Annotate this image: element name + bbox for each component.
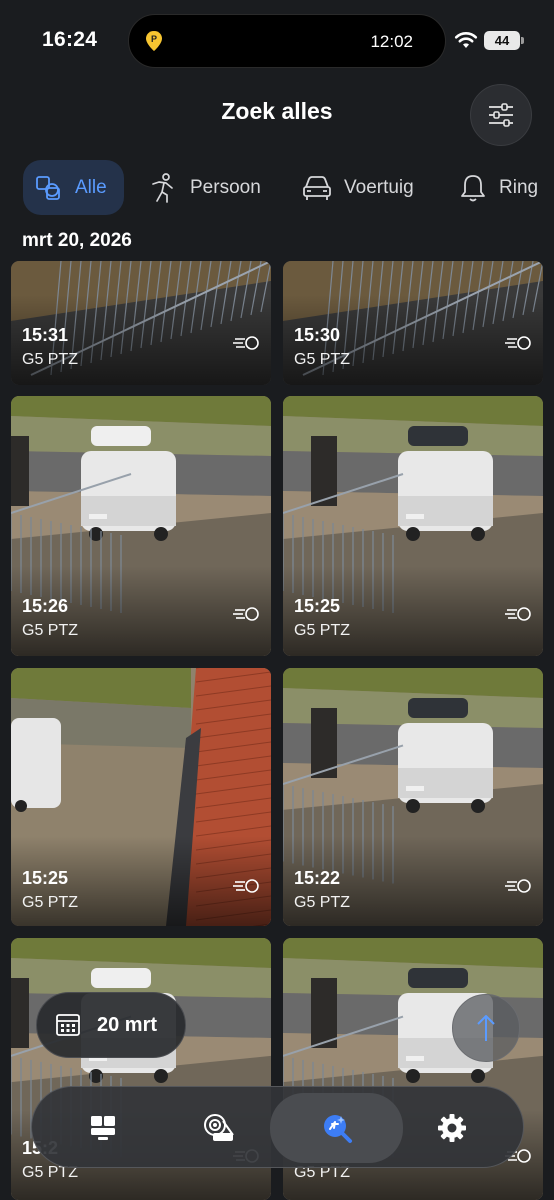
bell-icon xyxy=(461,174,485,201)
event-time: 15:25 xyxy=(294,596,341,616)
event-tile[interactable]: 15:26 G5 PTZ xyxy=(11,396,271,656)
event-time: 15:26 xyxy=(22,596,69,616)
event-tile[interactable]: 15:25 G5 PTZ xyxy=(283,396,543,656)
person-icon xyxy=(152,172,173,203)
event-camera: G5 PTZ xyxy=(294,351,351,368)
nav-settings[interactable] xyxy=(409,1087,495,1169)
motion-icon xyxy=(505,336,531,350)
camera-icon xyxy=(204,1114,234,1141)
event-tile[interactable]: 15:22 G5 PTZ xyxy=(283,668,543,926)
calendar-icon xyxy=(56,1014,80,1036)
objects-icon xyxy=(36,175,60,200)
dashboard-icon xyxy=(91,1116,115,1140)
gear-icon xyxy=(438,1114,466,1142)
dynamic-island[interactable]: P 12:02 xyxy=(128,14,446,68)
date-jump-button[interactable]: 20 mrt xyxy=(36,992,186,1058)
event-camera: G5 PTZ xyxy=(294,894,351,911)
event-time: 15:22 xyxy=(294,868,341,888)
event-time: 15:25 xyxy=(22,868,69,888)
battery-indicator: 44 xyxy=(484,31,524,50)
parking-pin-icon: P xyxy=(146,31,162,51)
filter-chip-vehicle[interactable]: Voertuig xyxy=(302,160,414,215)
sliders-icon xyxy=(489,103,513,127)
motion-icon xyxy=(233,879,259,893)
event-tile[interactable]: 15:25 G5 PTZ xyxy=(11,668,271,926)
motion-icon xyxy=(233,336,259,350)
filter-chip-label: Voertuig xyxy=(344,176,414,198)
event-tile[interactable]: 15:31 G5 PTZ xyxy=(11,261,271,385)
filter-chip-ring[interactable]: Ring xyxy=(459,160,538,215)
wifi-icon xyxy=(454,32,478,48)
scroll-to-top-button[interactable] xyxy=(452,994,520,1062)
motion-icon xyxy=(505,607,531,621)
arrow-up-icon xyxy=(477,1015,495,1041)
filter-chip-label: Alle xyxy=(75,176,107,198)
car-icon xyxy=(303,175,331,200)
event-camera: G5 PTZ xyxy=(22,351,79,368)
status-time: 16:24 xyxy=(42,28,98,51)
event-tile[interactable]: 15:30 G5 PTZ xyxy=(283,261,543,385)
svg-text:P: P xyxy=(151,34,157,44)
event-time: 15:30 xyxy=(294,325,341,345)
event-camera: G5 PTZ xyxy=(22,894,79,911)
section-date: mrt 20, 2026 xyxy=(22,230,132,251)
date-pill-label: 20 mrt xyxy=(97,1013,158,1036)
nav-search[interactable] xyxy=(270,1093,403,1163)
event-time: 15:31 xyxy=(22,325,69,345)
motion-icon xyxy=(505,879,531,893)
filter-chip-label: Ring xyxy=(499,176,539,198)
category-filter-bar: Alle Persoon Voertuig Ring xyxy=(0,160,554,216)
motion-icon xyxy=(233,607,259,621)
nav-dashboard[interactable] xyxy=(60,1087,146,1169)
search-icon xyxy=(323,1115,352,1143)
filter-chip-person[interactable]: Persoon xyxy=(150,160,261,215)
status-bar: 16:24 P 12:02 44 xyxy=(0,0,554,80)
island-time: 12:02 xyxy=(370,32,413,51)
nav-devices[interactable] xyxy=(176,1087,262,1169)
event-camera: G5 PTZ xyxy=(22,622,79,639)
filter-chip-label: Persoon xyxy=(190,176,261,198)
bottom-navigation xyxy=(31,1086,524,1168)
filter-chip-all[interactable]: Alle xyxy=(23,160,124,215)
filter-settings-button[interactable] xyxy=(470,84,532,146)
event-camera: G5 PTZ xyxy=(294,622,351,639)
